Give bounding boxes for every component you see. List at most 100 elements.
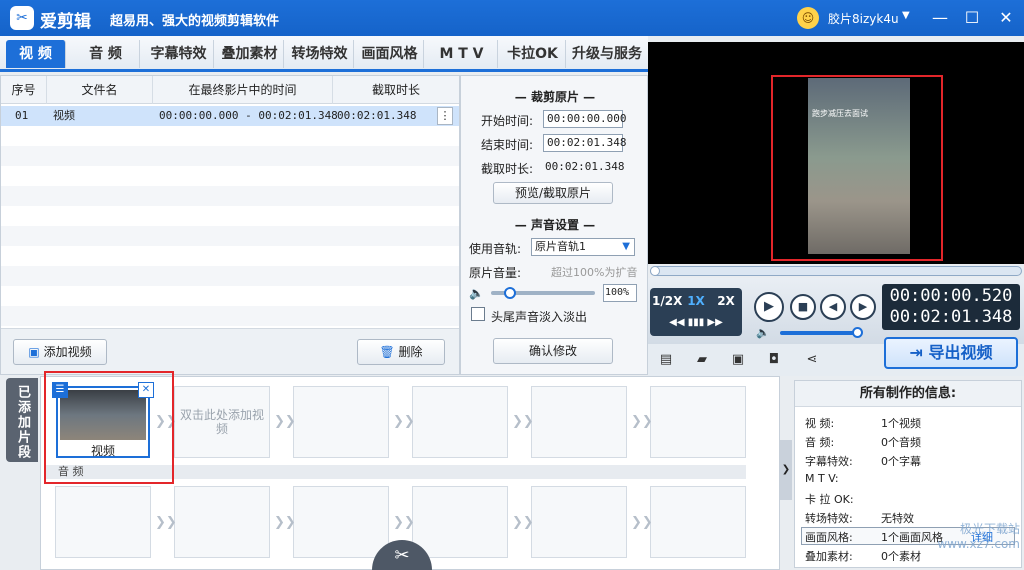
tab-subtitle-effects[interactable]: 字幕特效 (144, 40, 214, 68)
tab-audio[interactable]: 音 频 (72, 40, 140, 68)
speed-normal[interactable]: 1X (682, 292, 710, 310)
row-duration: 00:02:01.348 (337, 109, 417, 122)
current-time: 00:00:00.520 (889, 286, 1013, 306)
start-time-label: 开始时间: (481, 114, 534, 128)
user-dropdown-icon[interactable]: ▼ (902, 10, 910, 21)
preview-timeline[interactable] (650, 266, 1022, 276)
avatar[interactable]: ☺ (797, 7, 819, 29)
info-key: 音 频: (805, 436, 835, 449)
info-key: 卡 拉 OK: (805, 493, 854, 506)
maximize-icon[interactable]: ☐ (960, 6, 984, 30)
app-logo-icon: ✂ (10, 6, 34, 30)
empty-clip-slot[interactable] (293, 486, 389, 558)
player-speaker-icon[interactable]: 🔈 (756, 326, 770, 339)
collapse-panel-icon[interactable]: ❯ (780, 440, 792, 500)
info-key: 转场特效: (805, 512, 853, 525)
transition-arrow-icon[interactable]: ❯❯ (274, 516, 296, 530)
transition-arrow-icon[interactable]: ❯❯ (274, 415, 296, 429)
speed-half[interactable]: 1/2X (652, 292, 682, 310)
timeline-handle[interactable] (650, 266, 660, 276)
clip-list-panel: 序号 文件名 在最终影片中的时间 截取时长 01 视频 00:00:00.000… (0, 75, 460, 375)
col-index: 序号 (1, 76, 47, 104)
transition-arrow-icon[interactable]: ❯❯ (631, 516, 653, 530)
trim-duration-label: 截取时长: (481, 162, 534, 176)
empty-clip-slot[interactable] (412, 386, 508, 458)
empty-clip-slot[interactable] (55, 486, 151, 558)
minimize-icon[interactable]: — (928, 6, 952, 30)
save-as-icon[interactable]: ◘ (764, 350, 784, 370)
username[interactable]: 胶片8izyk4u (828, 10, 899, 27)
volume-slider-handle[interactable] (504, 287, 516, 299)
trim-duration-value: 00:02:01.348 (545, 160, 625, 173)
fade-checkbox[interactable] (471, 307, 485, 321)
confirm-button[interactable]: 确认修改 (493, 338, 613, 364)
info-key: 字幕特效: (805, 455, 853, 468)
tab-karaoke[interactable]: 卡拉OK (500, 40, 566, 68)
play-icon[interactable]: ▶ (754, 292, 784, 322)
close-icon[interactable]: ✕ (994, 6, 1018, 30)
row-index: 01 (15, 109, 29, 122)
transition-arrow-icon[interactable]: ❯❯ (155, 516, 177, 530)
delete-button[interactable]: 🗑 删除 (357, 339, 445, 365)
info-key: 叠加素材: (805, 550, 853, 563)
tab-style[interactable]: 画面风格 (356, 40, 424, 68)
empty-clip-slot[interactable] (531, 386, 627, 458)
prev-frame-icon[interactable]: ◀ (820, 294, 846, 320)
add-video-button[interactable]: ▣ 添加视频 (13, 339, 107, 365)
trim-section-title: — 裁剪原片 — (514, 90, 596, 104)
app-name: 爱剪辑 (40, 12, 91, 32)
export-label: 导出视频 (928, 343, 993, 362)
empty-clip-slot[interactable] (412, 486, 508, 558)
empty-clip-slot[interactable] (531, 486, 627, 558)
transition-arrow-icon[interactable]: ❯❯ (512, 516, 534, 530)
col-time-range: 在最终影片中的时间 (153, 76, 333, 104)
export-video-button[interactable]: ⇥ 导出视频 (884, 337, 1018, 369)
row-range: 00:00:00.000 - 00:02:01.348 (159, 109, 338, 122)
next-frame-icon[interactable]: ▶ (850, 294, 876, 320)
track-label: 使用音轨: (469, 242, 522, 256)
transition-arrow-icon[interactable]: ❯❯ (393, 415, 415, 429)
tab-video[interactable]: 视 频 (6, 40, 66, 68)
added-clips-tab[interactable]: 已添加片段 (6, 378, 38, 462)
new-project-icon[interactable]: ▤ (656, 350, 676, 370)
transition-arrow-icon[interactable]: ❯❯ (631, 415, 653, 429)
volume-input[interactable]: 100% (603, 284, 637, 302)
track-select-value: 原片音轨1 (535, 240, 586, 253)
empty-clip-slot[interactable] (174, 486, 270, 558)
time-display: 00:00:00.520 00:02:01.348 (882, 284, 1020, 330)
title-bar: ✂ 爱剪辑 超易用、强大的视频剪辑软件 ☺ 胶片8izyk4u ▼ — ☐ ✕ (0, 0, 1024, 36)
clip-settings-panel: — 裁剪原片 — 开始时间: 00:00:00.000 结束时间: 00:02:… (460, 75, 648, 375)
delete-label: 删除 (398, 345, 423, 359)
tab-mtv[interactable]: M T V (426, 40, 498, 68)
info-key: 画面风格: (805, 531, 853, 544)
volume-label: 原片音量: (469, 266, 522, 280)
empty-clip-slot[interactable] (293, 386, 389, 458)
preview-trim-button[interactable]: 预览/截取原片 (493, 182, 613, 204)
fade-label: 头尾声音淡入淡出 (491, 310, 588, 324)
empty-clip-slot[interactable] (650, 486, 746, 558)
row-filename: 视频 (53, 109, 75, 122)
player-volume-slider[interactable] (780, 331, 858, 335)
stop-icon[interactable]: ■ (790, 294, 816, 320)
open-folder-icon[interactable]: ▰ (692, 350, 712, 370)
share-icon[interactable]: ⋖ (802, 350, 822, 370)
info-value: 1个视频 (881, 417, 921, 430)
add-video-icon: ▣ (28, 345, 40, 359)
player-volume-handle[interactable] (852, 327, 863, 338)
tab-upgrade[interactable]: 升级与服务 (568, 40, 646, 68)
jog-shuttle-icon[interactable]: ◀◀ ▮▮▮ ▶▶ (654, 316, 738, 330)
transition-arrow-icon[interactable]: ❯❯ (512, 415, 534, 429)
speed-double[interactable]: 2X (712, 292, 740, 310)
row-menu-icon[interactable]: ⋮ (437, 107, 453, 125)
table-row[interactable]: 01 视频 00:00:00.000 - 00:02:01.348 00:02:… (1, 106, 459, 126)
save-icon[interactable]: ▣ (728, 350, 748, 370)
start-time-input[interactable]: 00:00:00.000 (543, 110, 626, 128)
transition-arrow-icon[interactable]: ❯❯ (393, 516, 415, 530)
table-row-empty (1, 266, 459, 286)
end-time-input[interactable]: 00:02:01.348 (543, 134, 626, 152)
track-select[interactable]: 原片音轨1 ▼ (531, 238, 635, 256)
tab-transition[interactable]: 转场特效 (286, 40, 354, 68)
tab-overlay[interactable]: 叠加素材 (216, 40, 284, 68)
empty-clip-slot[interactable] (650, 386, 746, 458)
info-value: 0个字幕 (881, 455, 921, 468)
